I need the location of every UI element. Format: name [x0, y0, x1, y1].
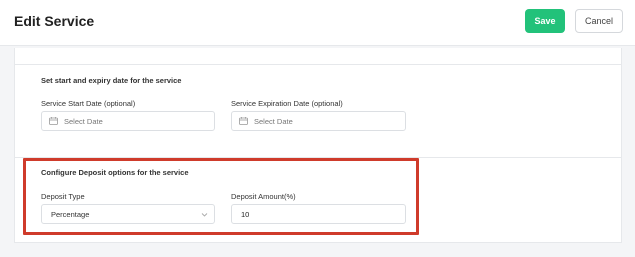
- page-header: Edit Service Save Cancel: [0, 0, 635, 46]
- section-divider: [15, 64, 621, 65]
- start-date-placeholder: Select Date: [64, 116, 103, 126]
- calendar-icon: [49, 117, 58, 125]
- start-date-field[interactable]: Select Date: [41, 111, 215, 131]
- start-date-label: Service Start Date (optional): [41, 99, 136, 108]
- dates-section-title: Set start and expiry date for the servic…: [41, 76, 182, 85]
- save-button[interactable]: Save: [525, 9, 565, 33]
- expiry-date-field[interactable]: Select Date: [231, 111, 406, 131]
- page-title: Edit Service: [14, 13, 95, 29]
- expiry-date-placeholder: Select Date: [254, 116, 293, 126]
- expiry-date-label: Service Expiration Date (optional): [231, 99, 343, 108]
- deposit-highlight-box: [23, 158, 419, 235]
- cancel-button[interactable]: Cancel: [575, 9, 623, 33]
- calendar-icon: [239, 117, 248, 125]
